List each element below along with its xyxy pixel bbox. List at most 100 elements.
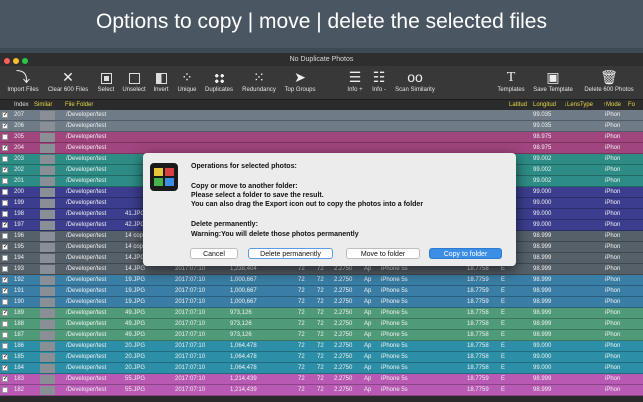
- scan-similarity-button[interactable]: oo Scan Similarity: [392, 68, 438, 93]
- row-checkbox[interactable]: ✓: [2, 222, 8, 228]
- row-checkbox[interactable]: ✓: [2, 123, 8, 129]
- photo-thumbnail[interactable]: [40, 155, 55, 164]
- select-button[interactable]: Select: [94, 68, 118, 93]
- photo-thumbnail[interactable]: [40, 331, 55, 340]
- photo-thumbnail[interactable]: [40, 375, 55, 384]
- row-checkbox[interactable]: [2, 343, 8, 349]
- row-checkbox[interactable]: [2, 266, 8, 272]
- info-plus-button[interactable]: ☰ Info +: [344, 68, 366, 93]
- table-row[interactable]: 188/Developer/test 49.JPG 2017:07:10 973,12…: [0, 319, 643, 330]
- row-checkbox[interactable]: [2, 387, 8, 393]
- save-template-button[interactable]: ▣ Save Template: [529, 68, 577, 93]
- photo-thumbnail[interactable]: [40, 210, 55, 219]
- column-latitude[interactable]: Latitud: [509, 100, 527, 110]
- templates-button[interactable]: T Templates: [495, 68, 527, 93]
- column-focal[interactable]: Fo: [628, 100, 635, 110]
- row-checkbox[interactable]: ✓: [2, 354, 8, 360]
- photo-thumbnail[interactable]: [40, 188, 55, 197]
- photo-thumbnail[interactable]: [40, 243, 55, 252]
- photo-thumbnail[interactable]: [40, 199, 55, 208]
- minimize-window-button[interactable]: [13, 58, 19, 64]
- unselect-button[interactable]: Unselect: [120, 68, 148, 93]
- photo-thumbnail[interactable]: [40, 177, 55, 186]
- column-similar[interactable]: Similar: [34, 100, 52, 110]
- photo-thumbnail[interactable]: [40, 254, 55, 263]
- delete-photos-button[interactable]: 🗑 Delete 600 Photos: [578, 68, 640, 93]
- photo-thumbnail[interactable]: [40, 111, 55, 120]
- photo-thumbnail[interactable]: [40, 309, 55, 318]
- row-checkbox[interactable]: ✓: [2, 288, 8, 294]
- column-file-folder[interactable]: File Folder: [65, 100, 93, 110]
- table-row[interactable]: ✓ 192/Developer/test 19.JPG 2017:07:10 1,000…: [0, 275, 643, 286]
- photo-thumbnail[interactable]: [40, 320, 55, 329]
- column-longitude[interactable]: Longitud: [533, 100, 556, 110]
- photo-thumbnail[interactable]: [40, 144, 55, 153]
- row-checkbox[interactable]: [2, 332, 8, 338]
- row-checkbox[interactable]: ✓: [2, 365, 8, 371]
- row-checkbox[interactable]: [2, 299, 8, 305]
- promo-banner: Options to copy | move | delete the sele…: [0, 0, 643, 48]
- table-row[interactable]: 182/Developer/test 55.JPG 2017:07:10 1,214,…: [0, 385, 643, 396]
- row-checkbox[interactable]: [2, 134, 8, 140]
- photo-thumbnail[interactable]: [40, 265, 55, 274]
- redundancy-button[interactable]: ⁙ Redundancy: [239, 68, 279, 93]
- photo-thumbnail[interactable]: [40, 276, 55, 285]
- row-checkbox[interactable]: ✓: [2, 112, 8, 118]
- table-row[interactable]: 187/Developer/test 49.JPG 2017:07:10 973,12…: [0, 330, 643, 341]
- table-row[interactable]: 205/Developer/test 98.975 iPhon: [0, 132, 643, 143]
- column-lens-type[interactable]: ↓LensType: [564, 100, 593, 110]
- info-minus-button[interactable]: ☷ Info -: [368, 68, 390, 93]
- column-index[interactable]: Index: [14, 100, 29, 110]
- table-row[interactable]: ✓ 185/Developer/test 20.JPG 2017:07:10 1,064…: [0, 352, 643, 363]
- photo-thumbnail[interactable]: [40, 287, 55, 296]
- table-row[interactable]: ✓ 189/Developer/test 49.JPG 2017:07:10 973,1…: [0, 308, 643, 319]
- table-row[interactable]: ✓ 184/Developer/test 20.JPG 2017:07:10 1,064…: [0, 363, 643, 374]
- row-checkbox[interactable]: [2, 200, 8, 206]
- cell-lng: 98.999: [533, 233, 552, 239]
- row-checkbox[interactable]: ✓: [2, 310, 8, 316]
- row-checkbox[interactable]: [2, 211, 8, 217]
- cancel-button[interactable]: Cancel: [190, 248, 238, 259]
- maximize-window-button[interactable]: [22, 58, 28, 64]
- row-checkbox[interactable]: [2, 156, 8, 162]
- photo-thumbnail[interactable]: [40, 342, 55, 351]
- row-checkbox[interactable]: ✓: [2, 277, 8, 283]
- row-checkbox[interactable]: [2, 178, 8, 184]
- row-checkbox[interactable]: [2, 255, 8, 261]
- row-checkbox[interactable]: [2, 233, 8, 239]
- row-checkbox[interactable]: ✓: [2, 244, 8, 250]
- cell-mode: iPhon: [605, 200, 621, 206]
- row-checkbox[interactable]: [2, 321, 8, 327]
- photo-thumbnail[interactable]: [40, 232, 55, 241]
- table-row[interactable]: ✓ 207/Developer/test 99.035 iPhon: [0, 110, 643, 121]
- table-row[interactable]: ✓ 183/Developer/test 55.JPG 2017:07:10 1,214…: [0, 374, 643, 385]
- import-files-button[interactable]: ⤵ Import Files: [4, 68, 42, 93]
- cell-ap: Ap: [364, 277, 372, 283]
- row-checkbox[interactable]: [2, 189, 8, 195]
- photo-thumbnail[interactable]: [40, 122, 55, 131]
- column-mode[interactable]: ↑Mode: [603, 100, 621, 110]
- table-row[interactable]: ✓ 206/Developer/test 99.035 iPhon: [0, 121, 643, 132]
- top-groups-button[interactable]: ➤ Top Groups: [281, 68, 319, 93]
- table-row[interactable]: 190/Developer/test 19.JPG 2017:07:10 1,000,…: [0, 297, 643, 308]
- invert-button[interactable]: Invert: [150, 68, 172, 93]
- row-checkbox[interactable]: ✓: [2, 167, 8, 173]
- close-window-button[interactable]: [4, 58, 10, 64]
- table-row[interactable]: 186/Developer/test 20.JPG 2017:07:10 1,064,…: [0, 341, 643, 352]
- row-checkbox[interactable]: ✓: [2, 376, 8, 382]
- row-checkbox[interactable]: ✓: [2, 145, 8, 151]
- clear-files-button[interactable]: ✕ Clear 600 Files: [45, 68, 91, 93]
- photo-thumbnail[interactable]: [40, 353, 55, 362]
- copy-to-folder-button[interactable]: Copy to folder: [429, 248, 502, 259]
- photo-thumbnail[interactable]: [40, 386, 55, 395]
- delete-permanently-button[interactable]: Delete permanently: [248, 248, 333, 259]
- photo-thumbnail[interactable]: [40, 221, 55, 230]
- duplicates-button[interactable]: Duplicates: [202, 68, 236, 93]
- move-to-folder-button[interactable]: Move to folder: [346, 248, 420, 259]
- unique-button[interactable]: ⁘ Unique: [175, 68, 199, 93]
- table-row[interactable]: ✓ 191/Developer/test 19.JPG 2017:07:10 1,000…: [0, 286, 643, 297]
- photo-thumbnail[interactable]: [40, 364, 55, 373]
- photo-thumbnail[interactable]: [40, 298, 55, 307]
- photo-thumbnail[interactable]: [40, 133, 55, 142]
- photo-thumbnail[interactable]: [40, 166, 55, 175]
